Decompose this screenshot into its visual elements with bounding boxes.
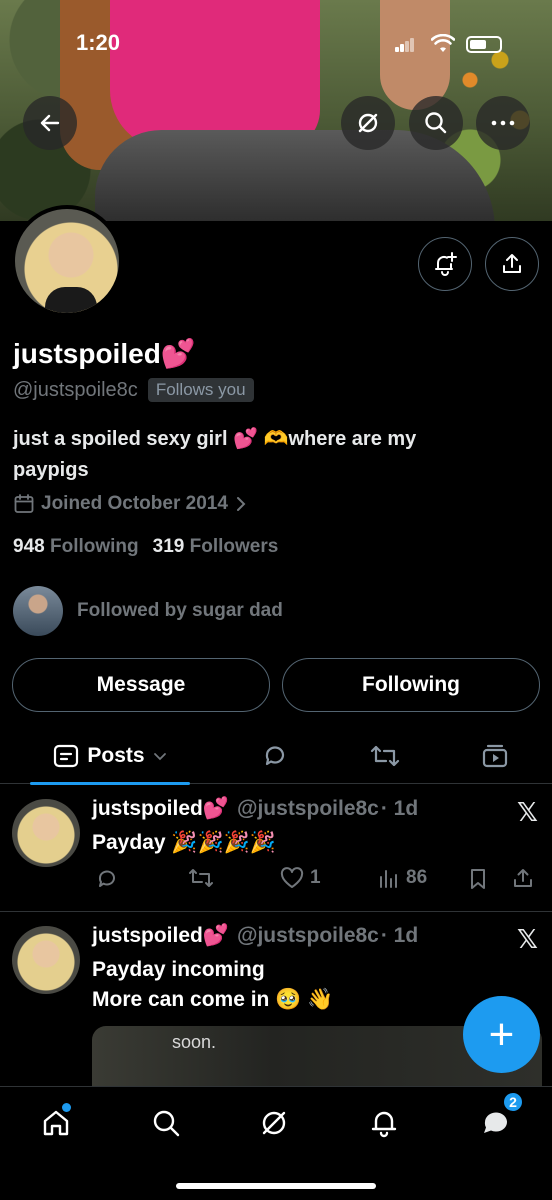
post-text-line: More can come in 🥹 👋: [92, 988, 334, 1011]
post-author-name[interactable]: justspoiled💕: [92, 924, 229, 948]
grok-icon: [358, 113, 378, 133]
status-bar: 1:20: [0, 30, 552, 60]
reply-icon: [265, 746, 285, 766]
tab-replies[interactable]: [250, 728, 300, 784]
post-author-handle: @justspoile8c: [237, 924, 379, 947]
tab-media[interactable]: [470, 728, 520, 784]
search-button[interactable]: [409, 96, 463, 150]
status-time: 1:20: [76, 30, 121, 55]
following-button[interactable]: Following: [282, 658, 540, 712]
profile-bio: just a spoiled sexy girl 💕 🫶where are my…: [13, 424, 533, 486]
tab-posts[interactable]: Posts: [30, 728, 190, 785]
bookmark-icon: [471, 869, 485, 889]
post-text: Payday incoming More can come in 🥹 👋: [92, 955, 333, 1015]
notifications-toggle-button[interactable]: [418, 237, 472, 291]
followers-stat-label: Followers: [189, 536, 279, 557]
display-name: justspoiled💕: [13, 338, 196, 369]
grok-button[interactable]: [341, 96, 395, 150]
posts-icon: [54, 744, 79, 768]
post[interactable]: justspoiled💕 @justspoile8c · 1d 𝕏 Payday…: [0, 785, 552, 912]
post-text: Payday 🎉🎉🎉🎉: [92, 831, 276, 854]
follows-you-badge: Follows you: [147, 378, 254, 402]
search-icon: [153, 1110, 180, 1137]
nav-notifications[interactable]: [364, 1103, 404, 1143]
battery-icon: [466, 36, 502, 53]
nav-search[interactable]: [146, 1103, 186, 1143]
x-logo-icon: 𝕏: [517, 797, 538, 827]
message-button[interactable]: Message: [12, 658, 270, 712]
wifi-icon: [431, 34, 455, 54]
signal-icon: [395, 38, 415, 52]
calendar-icon: [14, 494, 34, 513]
views-icon: [380, 870, 397, 888]
share-profile-button[interactable]: [485, 237, 539, 291]
bell-plus-icon: [435, 252, 457, 276]
profile-avatar[interactable]: [11, 205, 123, 317]
post-author-name[interactable]: justspoiled💕: [92, 797, 229, 821]
following-stat-label: Following: [49, 536, 139, 557]
more-icon: [491, 120, 515, 126]
bell-icon: [371, 1111, 397, 1138]
media-icon: [482, 744, 508, 768]
compose-post-button[interactable]: +: [463, 996, 540, 1073]
reply-button[interactable]: [96, 867, 120, 891]
media-caption: soon.: [172, 1032, 217, 1052]
like-count: 1: [310, 867, 321, 888]
following-stat[interactable]: 948 Following: [13, 536, 139, 558]
share-icon: [503, 254, 521, 273]
repost-icon: [189, 869, 213, 887]
joined-label: Joined October 2014: [41, 493, 228, 514]
back-button[interactable]: [23, 96, 77, 150]
more-button[interactable]: [476, 96, 530, 150]
profile-handle: @justspoile8c: [13, 378, 138, 401]
post-time: · 1d: [380, 924, 419, 947]
post-time: · 1d: [380, 797, 419, 820]
post-author-handle: @justspoile8c: [237, 797, 379, 820]
reply-icon: [98, 870, 115, 887]
followers-stat[interactable]: 319 Followers: [153, 536, 279, 558]
like-button[interactable]: 1: [280, 867, 321, 889]
views-button[interactable]: 86: [378, 867, 427, 889]
chevron-right-icon: [236, 497, 246, 511]
x-logo-icon: 𝕏: [517, 924, 538, 954]
tab-posts-label: Posts: [87, 744, 145, 767]
following-count: 948: [13, 536, 45, 557]
heart-icon: [280, 867, 304, 888]
nav-messages[interactable]: 2: [476, 1091, 524, 1143]
follow-stats: 948 Following 319 Followers: [13, 536, 278, 558]
post-text-line: Payday incoming: [92, 958, 265, 981]
profile-tabs: Posts: [0, 728, 552, 785]
banner-top: [110, 0, 320, 150]
chevron-down-icon: [153, 753, 166, 761]
post-header: justspoiled💕 @justspoile8c · 1d: [92, 797, 418, 821]
share-button[interactable]: [512, 867, 534, 889]
repost-button[interactable]: [188, 867, 214, 889]
grok-icon: [262, 1111, 286, 1135]
joined-date[interactable]: Joined October 2014: [13, 493, 248, 515]
nav-grok[interactable]: [254, 1103, 294, 1143]
share-icon: [514, 869, 532, 887]
bio-line: just a spoiled sexy girl 💕 🫶where are my: [13, 428, 417, 450]
arrow-left-icon: [40, 114, 60, 132]
search-icon: [425, 112, 447, 134]
bio-line: paypigs: [13, 459, 89, 481]
followers-count: 319: [152, 536, 185, 557]
tab-reposts[interactable]: [360, 728, 410, 784]
view-count: 86: [406, 867, 428, 888]
post-actions: 1 86: [92, 867, 542, 897]
repost-icon: [370, 745, 400, 767]
post-header: justspoiled💕 @justspoile8c · 1d: [92, 924, 418, 948]
post-avatar[interactable]: [12, 926, 80, 994]
post-avatar[interactable]: [12, 799, 80, 867]
home-unread-dot: [62, 1103, 71, 1112]
followed-by-text: Followed by sugar dad: [77, 600, 283, 621]
follower-avatar: [13, 586, 63, 636]
nav-home[interactable]: [36, 1103, 76, 1143]
post[interactable]: justspoiled💕 @justspoile8c · 1d 𝕏 Payday…: [0, 912, 552, 1092]
home-indicator: [176, 1183, 376, 1189]
bookmark-button[interactable]: [468, 867, 488, 891]
handle-row: @justspoile8c Follows you: [13, 378, 254, 402]
followed-by[interactable]: Followed by sugar dad: [13, 586, 283, 636]
messages-badge: 2: [502, 1091, 524, 1113]
